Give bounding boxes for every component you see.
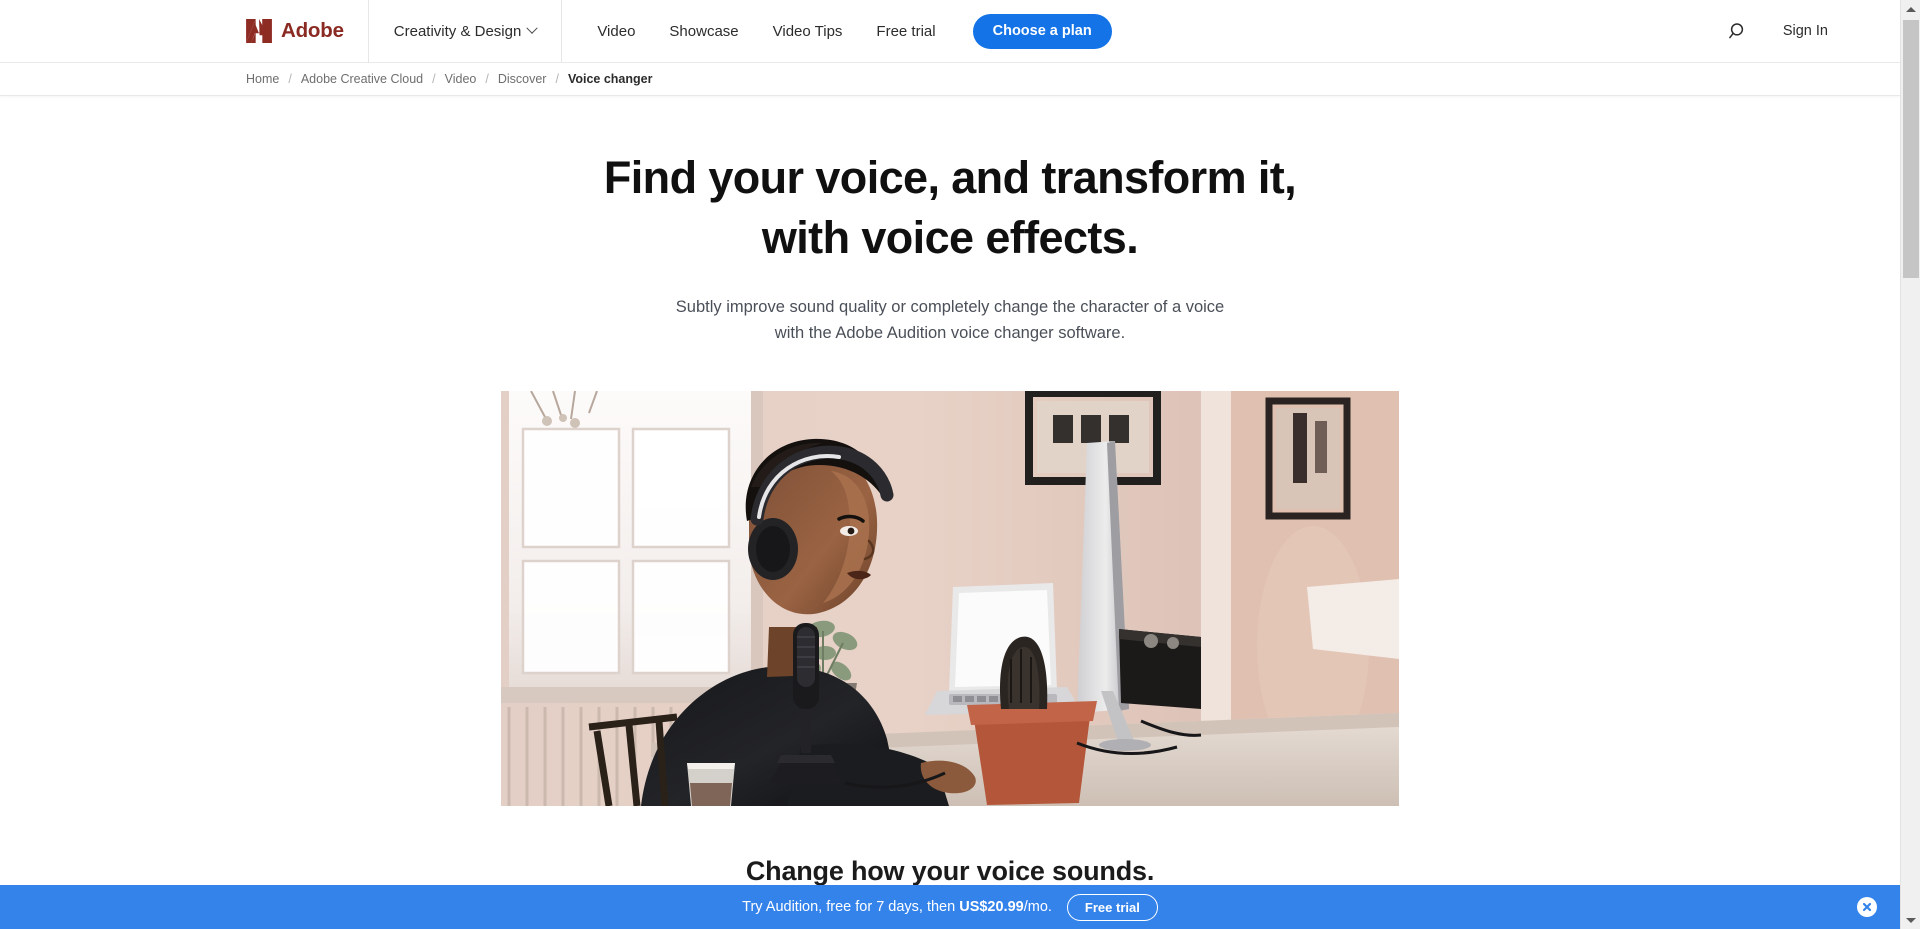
- page-title-line-1: Find your voice, and transform it,: [603, 152, 1297, 203]
- hero-photo-illustration: [501, 391, 1399, 806]
- hero-image: [501, 391, 1399, 806]
- breadcrumb-item-discover[interactable]: Discover: [498, 72, 547, 86]
- nav-utility-group: Sign In: [1728, 20, 1828, 42]
- breadcrumb-separator: /: [432, 72, 436, 86]
- global-navigation-bar: Adobe Creativity & Design Video Showcase…: [0, 0, 1900, 63]
- promo-banner: Try Audition, free for 7 days, then US$2…: [0, 885, 1900, 929]
- breadcrumb-item-video[interactable]: Video: [445, 72, 477, 86]
- nav-link-showcase[interactable]: Showcase: [652, 0, 755, 63]
- choose-a-plan-button[interactable]: Choose a plan: [972, 13, 1112, 49]
- promo-banner-text: Try Audition, free for 7 days, then US$2…: [742, 899, 1052, 915]
- page-content: Adobe Creativity & Design Video Showcase…: [0, 0, 1900, 929]
- promo-price: US$20.99: [959, 899, 1024, 915]
- sign-in-link[interactable]: Sign In: [1783, 23, 1828, 39]
- breadcrumb-item-home[interactable]: Home: [246, 72, 279, 86]
- nav-dropdown-label: Creativity & Design: [393, 22, 522, 40]
- nav-divider-right: [561, 0, 563, 63]
- hero-subtitle-line-1: Subtly improve sound quality or complete…: [675, 298, 1225, 316]
- breadcrumb-item-adobe-creative-cloud[interactable]: Adobe Creative Cloud: [301, 72, 423, 86]
- triangle-down-icon: [1906, 917, 1916, 923]
- triangle-up-icon: [1906, 6, 1916, 12]
- section-heading: Change how your voice sounds.: [745, 856, 1155, 886]
- breadcrumb-separator: /: [555, 72, 559, 86]
- promo-text-after: /mo.: [1023, 899, 1052, 915]
- breadcrumb-separator: /: [485, 72, 489, 86]
- browser-viewport: Adobe Creativity & Design Video Showcase…: [0, 0, 1920, 929]
- chevron-down-icon: [526, 22, 538, 34]
- scrollbar-thumb[interactable]: [1903, 20, 1919, 278]
- page-title-line-2: with voice effects.: [761, 212, 1139, 263]
- breadcrumb: Home / Adobe Creative Cloud / Video / Di…: [0, 63, 1900, 96]
- adobe-wordmark: Adobe: [281, 19, 344, 42]
- nav-link-video[interactable]: Video: [580, 0, 652, 63]
- breadcrumb-item-voice-changer: Voice changer: [567, 72, 653, 86]
- nav-links: Video Showcase Video Tips Free trial: [580, 0, 952, 63]
- nav-link-free-trial[interactable]: Free trial: [859, 0, 952, 63]
- close-icon[interactable]: [1857, 897, 1877, 917]
- search-icon[interactable]: [1728, 20, 1750, 42]
- search-glyph: [1729, 22, 1744, 38]
- hero-subtitle-line-2: with the Adobe Audition voice changer so…: [774, 324, 1126, 342]
- promo-free-trial-button[interactable]: Free trial: [1066, 893, 1158, 921]
- nav-link-video-tips[interactable]: Video Tips: [756, 0, 860, 63]
- adobe-logo-link[interactable]: Adobe: [246, 0, 368, 63]
- vertical-scrollbar[interactable]: [1900, 0, 1920, 929]
- hero-subtitle: Subtly improve sound quality or complete…: [0, 294, 1900, 346]
- promo-text-before: Try Audition, free for 7 days, then: [742, 899, 960, 915]
- scrollbar-down-arrow[interactable]: [1901, 911, 1920, 929]
- scrollbar-up-arrow[interactable]: [1901, 0, 1920, 18]
- close-x-glyph: [1862, 902, 1872, 912]
- page-title: Find your voice, and transform it, with …: [0, 148, 1900, 268]
- hero-section: Find your voice, and transform it, with …: [0, 96, 1900, 887]
- adobe-a-mark-icon: [246, 19, 272, 43]
- nav-dropdown-creativity-and-design[interactable]: Creativity & Design: [369, 0, 562, 63]
- breadcrumb-separator: /: [288, 72, 292, 86]
